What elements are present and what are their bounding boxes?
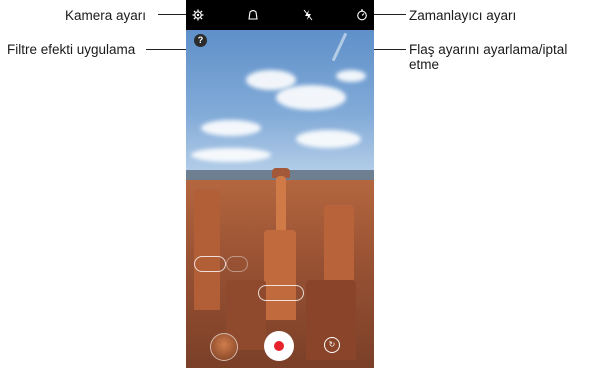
leader-camera-settings bbox=[158, 14, 186, 15]
mode-chip[interactable] bbox=[226, 256, 248, 272]
callout-apply-filter: Filtre efekti uygulama bbox=[7, 42, 136, 57]
flash-off-icon[interactable] bbox=[302, 9, 314, 21]
cloud bbox=[336, 70, 366, 82]
callout-camera-settings: Kamera ayarı bbox=[65, 8, 147, 23]
effect-chip[interactable] bbox=[258, 285, 304, 301]
timer-icon[interactable] bbox=[356, 9, 368, 21]
record-button[interactable] bbox=[264, 331, 294, 361]
mode-chip[interactable] bbox=[194, 256, 226, 272]
cloud bbox=[191, 148, 271, 162]
callout-flash-toggle: Flaş ayarını ayarlama/iptal etme bbox=[409, 42, 568, 72]
switch-camera-icon[interactable]: ↻ bbox=[324, 337, 340, 353]
top-toolbar bbox=[186, 0, 374, 30]
cloud bbox=[296, 130, 361, 148]
hoodoo bbox=[276, 176, 286, 231]
filter-icon[interactable] bbox=[247, 9, 259, 21]
gear-icon[interactable] bbox=[192, 9, 204, 21]
phone-screen: ? ↻ bbox=[186, 0, 374, 368]
callout-timer-settings: Zamanlayıcı ayarı bbox=[409, 8, 517, 23]
camera-preview bbox=[186, 30, 374, 368]
help-button[interactable]: ? bbox=[194, 34, 207, 47]
record-dot-icon bbox=[274, 341, 284, 351]
rock-formation bbox=[194, 190, 220, 310]
hoodoo-base bbox=[264, 230, 296, 320]
cloud bbox=[201, 120, 261, 136]
gallery-thumbnail[interactable] bbox=[210, 333, 238, 361]
cloud bbox=[276, 85, 346, 110]
